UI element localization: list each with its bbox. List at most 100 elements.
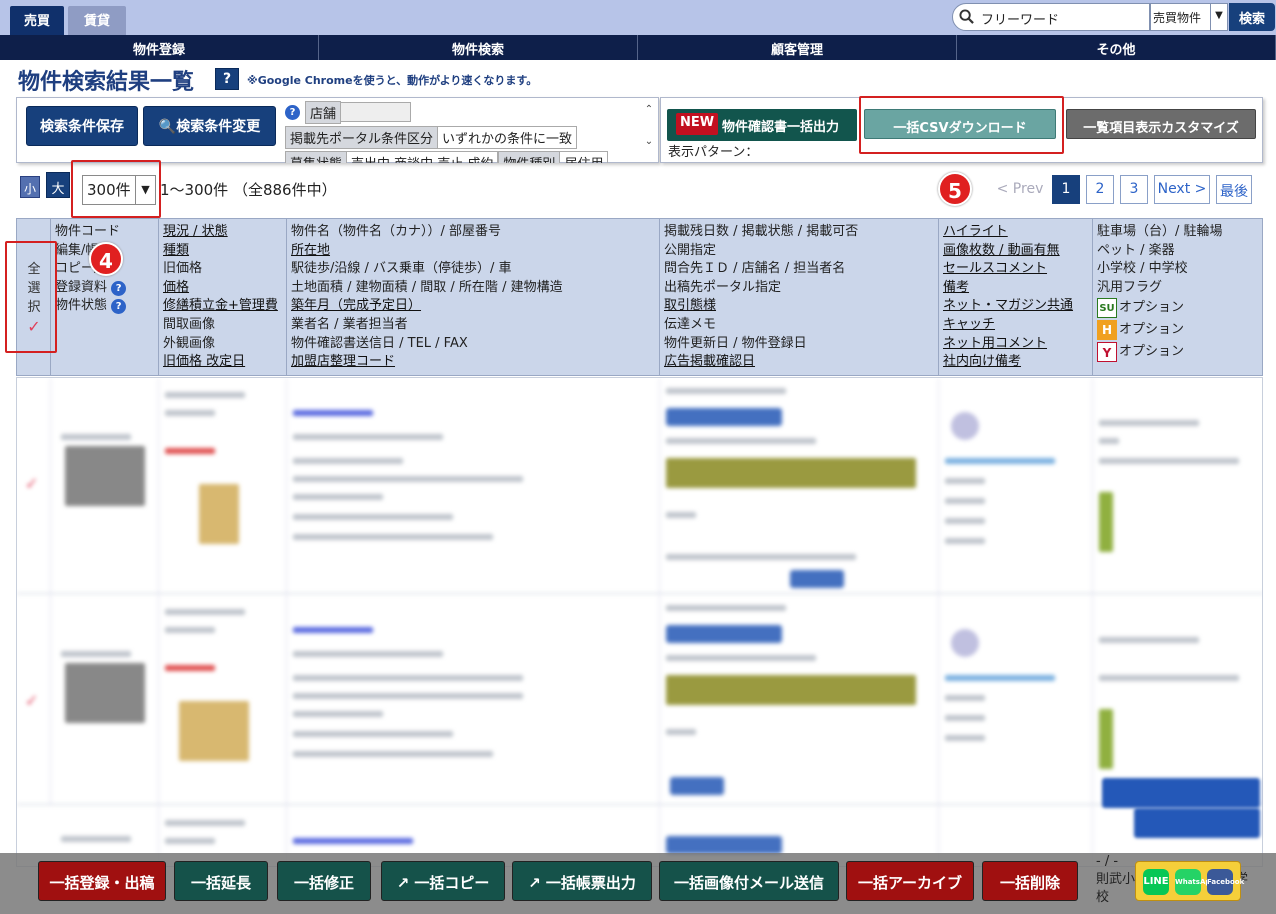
sort-link[interactable]: ネット・マガジン共通 xyxy=(943,298,1073,313)
sort-link[interactable]: 社内向け備考 xyxy=(943,354,1021,369)
bulk-copy-label: 一括コピー xyxy=(414,874,490,892)
sort-link[interactable]: セールスコメント xyxy=(943,261,1047,276)
help-icon[interactable]: ? xyxy=(285,104,300,120)
header-item: 汎用フラグ xyxy=(1097,279,1163,295)
size-large-button[interactable]: 大 xyxy=(46,172,70,198)
help-icon[interactable]: ? xyxy=(111,299,127,315)
search-button[interactable]: 検索 xyxy=(1229,3,1275,31)
header-item[interactable]: 物件更新日 / 物件登録日 xyxy=(664,335,934,354)
header-item[interactable]: 物件確認書送信日 / TEL / FAX xyxy=(291,335,655,354)
float-button[interactable] xyxy=(1102,778,1260,808)
step-badge-4: 4 xyxy=(89,242,123,276)
table-row[interactable]: ✓ xyxy=(17,378,1262,594)
bulk-mail-button[interactable]: 一括画像付メール送信 xyxy=(659,861,839,901)
float-button[interactable] xyxy=(1134,808,1260,838)
header-item: 物件状態 xyxy=(55,298,108,314)
size-small-button[interactable]: 小 xyxy=(20,176,40,198)
chrome-note: ※Google Chromeを使うと、動作がより速くなります。 xyxy=(247,74,538,87)
header-item[interactable]: 物件名（物件名（カナ））/ 部屋番号 xyxy=(291,223,655,242)
bulk-delete-button[interactable]: 一括削除 xyxy=(982,861,1078,901)
external-link-icon: ↗ xyxy=(396,874,410,892)
bulk-register-button[interactable]: 一括登録・出稿 xyxy=(38,861,166,901)
sort-link[interactable]: 現況 / 状態 xyxy=(163,224,228,239)
page-title: 物件検索結果一覧 xyxy=(18,70,195,95)
facebook-icon[interactable]: Facebook xyxy=(1207,869,1244,895)
nav-customer[interactable]: 顧客管理 xyxy=(638,35,957,60)
header-highlight: ハイライト 画像枚数 / 動画有無 セールスコメント 備考 ネット・マガジン共通… xyxy=(939,219,1093,375)
header-item[interactable]: 駅徒歩/沿線 / バス乗車（停徒歩）/ 車 xyxy=(291,260,655,279)
sort-link[interactable]: 価格 xyxy=(163,280,189,295)
pager-page-2[interactable]: 2 xyxy=(1086,175,1114,204)
main-nav: 物件登録 物件検索 顧客管理 その他 xyxy=(0,35,1276,60)
customize-columns-button[interactable]: 一覧項目表示カスタマイズ xyxy=(1066,109,1256,139)
whatsapp-icon[interactable]: WhatsApp xyxy=(1175,869,1215,895)
pager-page-3[interactable]: 3 xyxy=(1120,175,1148,204)
header-name: 物件名（物件名（カナ））/ 部屋番号 所在地 駅徒歩/沿線 / バス乗車（停徒歩… xyxy=(287,219,660,375)
sort-link[interactable]: 修繕積立金+管理費 xyxy=(163,298,278,313)
condition-key: 募集状態 xyxy=(285,150,348,163)
suumo-icon: SU xyxy=(1097,298,1117,319)
nav-other[interactable]: その他 xyxy=(957,35,1276,60)
condition-scrollbar[interactable]: ⌃ ⌄ xyxy=(641,101,657,161)
condition-key: 店舗 xyxy=(305,101,342,124)
display-pattern-label: 表示パターン： xyxy=(668,145,759,160)
tab-sale[interactable]: 売買 xyxy=(10,6,64,35)
peek-line: 則武小 xyxy=(1096,872,1136,887)
bulk-archive-button[interactable]: 一括アーカイブ xyxy=(846,861,974,901)
sort-link[interactable]: キャッチ xyxy=(943,317,995,332)
pager-page-1[interactable]: 1 xyxy=(1052,175,1080,204)
help-icon[interactable]: ? xyxy=(111,280,127,296)
header-item[interactable]: 業者名 / 業者担当者 xyxy=(291,316,655,335)
header-item[interactable]: 土地面積 / 建物面積 / 間取 / 所在階 / 建物構造 xyxy=(291,279,655,298)
header-price: 現況 / 状態 種類 旧価格 価格 修繕積立金+管理費 間取画像 外観画像 旧価… xyxy=(159,219,287,375)
nav-property-search[interactable]: 物件検索 xyxy=(319,35,638,60)
bulk-copy-button[interactable]: ↗ 一括コピー xyxy=(381,861,505,901)
sort-link[interactable]: ハイライト xyxy=(943,224,1008,239)
bulk-print-button[interactable]: ↗ 一括帳票出力 xyxy=(512,861,652,901)
header-item: ペット / 楽器 xyxy=(1097,242,1175,258)
line-icon[interactable]: LINE xyxy=(1143,869,1169,895)
pager-last[interactable]: 最後 xyxy=(1216,175,1252,204)
table-row[interactable]: ✓ xyxy=(17,595,1262,805)
pager-prev: < Prev xyxy=(994,175,1046,204)
change-condition-button[interactable]: 🔍検索条件変更 xyxy=(143,106,276,146)
pager-next[interactable]: Next > xyxy=(1154,175,1210,204)
external-link-icon: ↗ xyxy=(528,874,541,892)
header-item: 出稿先ポータル指定 xyxy=(664,279,782,295)
sort-link[interactable]: 加盟店整理コード xyxy=(291,354,395,369)
condition-value xyxy=(341,102,412,122)
header-item[interactable]: 掲載残日数 / 掲載状態 / 掲載可否 xyxy=(664,223,934,242)
nav-property-register[interactable]: 物件登録 xyxy=(0,35,319,60)
sort-link[interactable]: ネット用コメント xyxy=(943,336,1047,351)
chevron-up-icon[interactable]: ⌃ xyxy=(641,101,657,119)
header-item[interactable]: 問合先ＩＤ / 店舗名 / 担当者名 xyxy=(664,260,934,279)
condition-key: 物件種別 xyxy=(498,150,561,163)
sort-link[interactable]: 広告掲載確認日 xyxy=(664,354,755,369)
option-label: オプション xyxy=(1119,300,1185,316)
bulk-print-label: 一括帳票出力 xyxy=(545,874,636,892)
sort-link[interactable]: 備考 xyxy=(943,280,969,295)
sort-link[interactable]: 画像枚数 / 動画有無 xyxy=(943,243,1060,258)
new-badge: NEW xyxy=(676,113,718,135)
yahoo-icon: Y xyxy=(1097,342,1117,363)
search-input[interactable]: フリーワード xyxy=(952,3,1150,31)
tab-rent[interactable]: 賃貸 xyxy=(68,6,126,35)
bulk-extend-button[interactable]: 一括延長 xyxy=(174,861,268,901)
result-rows: ✓ ✓ xyxy=(16,377,1263,867)
save-condition-button[interactable]: 検索条件保存 xyxy=(26,106,138,146)
help-button[interactable]: ? xyxy=(215,68,239,90)
sort-link[interactable]: 取引態様 xyxy=(664,298,716,313)
header-item: 旧価格 xyxy=(163,261,203,277)
search-icon: 🔍 xyxy=(158,119,177,135)
search-type-value: 売買物件 xyxy=(1153,11,1202,25)
sort-link[interactable]: 築年月（完成予定日） xyxy=(291,298,421,313)
header-portal: 掲載残日数 / 掲載状態 / 掲載可否 公開指定 問合先ＩＤ / 店舗名 / 担… xyxy=(660,219,939,375)
option-label: オプション xyxy=(1119,322,1185,338)
search-type-select[interactable]: 売買物件 ▼ xyxy=(1150,3,1228,31)
sort-link[interactable]: 種類 xyxy=(163,243,189,258)
bulk-edit-button[interactable]: 一括修正 xyxy=(277,861,371,901)
sort-link[interactable]: 所在地 xyxy=(291,243,330,258)
pagination: < Prev 1 2 3 Next > 最後 xyxy=(994,175,1252,204)
chevron-down-icon[interactable]: ⌄ xyxy=(641,133,657,151)
sort-link[interactable]: 旧価格 改定日 xyxy=(163,354,245,369)
